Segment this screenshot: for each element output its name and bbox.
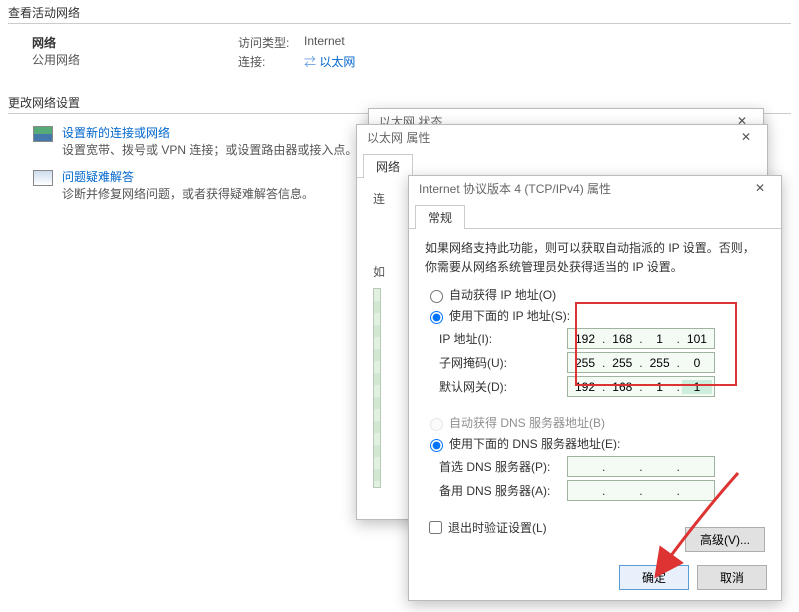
section-active-networks: 查看活动网络 [8,4,791,24]
subnet-mask-field[interactable]: . . . [567,352,715,373]
radio-auto-dns: 自动获得 DNS 服务器地址(B) [425,414,765,431]
ok-button[interactable]: 确定 [619,565,689,590]
dns1-label: 首选 DNS 服务器(P): [425,458,567,475]
gw-seg-1[interactable] [570,380,600,394]
setup-new-connection-title[interactable]: 设置新的连接或网络 [62,124,357,141]
radio-auto-dns-label: 自动获得 DNS 服务器地址(B) [449,414,605,431]
ipv4-description: 如果网络支持此功能，则可以获取自动指派的 IP 设置。否则，你需要从网络系统管理… [425,239,765,276]
gw-seg-2[interactable] [607,380,637,394]
cancel-button[interactable]: 取消 [697,565,767,590]
mask-seg-4[interactable] [682,356,712,370]
setup-new-connection-desc: 设置宽带、拨号或 VPN 连接；或设置路由器或接入点。 [62,141,357,158]
close-icon[interactable]: ✕ [729,127,763,147]
gateway-field[interactable]: . . . [567,376,715,397]
mask-seg-3[interactable] [645,356,675,370]
ip-address-field[interactable]: . . . [567,328,715,349]
dns2-field[interactable]: . . . [567,480,715,501]
gateway-label: 默认网关(D): [425,378,567,395]
access-type-label: 访问类型: [238,34,304,51]
gw-seg-4[interactable] [682,380,712,394]
radio-manual-dns[interactable]: 使用下面的 DNS 服务器地址(E): [425,435,765,452]
ethernet-icon: ⇄ [304,55,316,69]
troubleshoot-icon [33,170,53,186]
radio-auto-ip-label: 自动获得 IP 地址(O) [449,286,556,303]
connection-link[interactable]: 以太网 [319,55,355,69]
ip-seg-4[interactable] [682,332,712,346]
network-type: 公用网络 [32,51,238,68]
ethernet-properties-title: 以太网 属性 [367,129,430,146]
radio-manual-ip-label: 使用下面的 IP 地址(S): [449,307,570,324]
close-icon[interactable]: ✕ [743,178,777,198]
connection-label: 连接: [238,53,304,70]
dns1-field[interactable]: . . . [567,456,715,477]
tab-general[interactable]: 常规 [415,205,465,229]
ipv4-properties-dialog: Internet 协议版本 4 (TCP/IPv4) 属性 ✕ 常规 如果网络支… [408,175,782,601]
radio-manual-dns-label: 使用下面的 DNS 服务器地址(E): [449,435,620,452]
radio-auto-ip[interactable]: 自动获得 IP 地址(O) [425,286,765,303]
ipv4-dialog-title: Internet 协议版本 4 (TCP/IPv4) 属性 [419,180,611,197]
mask-seg-2[interactable] [607,356,637,370]
subnet-mask-label: 子网掩码(U): [425,354,567,371]
ip-seg-1[interactable] [570,332,600,346]
tab-network[interactable]: 网络 [363,154,413,178]
access-type-value: Internet [304,34,345,51]
radio-manual-ip[interactable]: 使用下面的 IP 地址(S): [425,307,765,324]
validate-on-exit-label: 退出时验证设置(L) [448,519,547,536]
adapter-icon [33,126,53,142]
troubleshoot-title[interactable]: 问题疑难解答 [62,168,314,185]
advanced-button[interactable]: 高级(V)... [685,527,765,552]
ip-seg-2[interactable] [607,332,637,346]
dns2-label: 备用 DNS 服务器(A): [425,482,567,499]
ip-seg-3[interactable] [645,332,675,346]
network-name: 网络 [32,34,238,51]
gw-seg-3[interactable] [645,380,675,394]
bg-listbox-fragment [373,288,381,488]
troubleshoot-desc: 诊断并修复网络问题，或者获得疑难解答信息。 [62,185,314,202]
ip-address-label: IP 地址(I): [425,330,567,347]
mask-seg-1[interactable] [570,356,600,370]
